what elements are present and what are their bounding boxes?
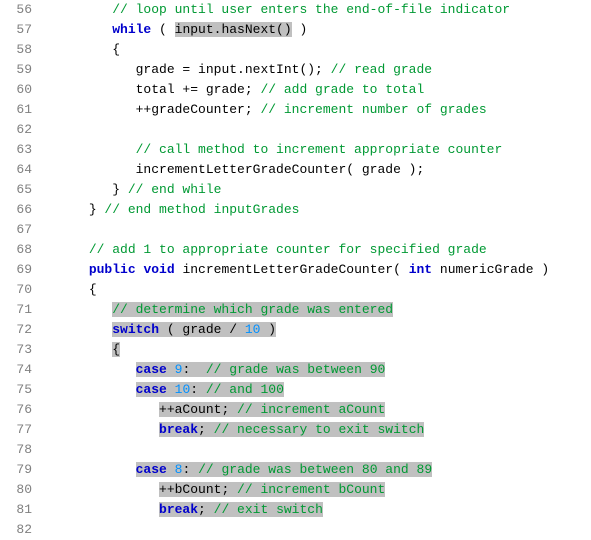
line-content: ++aCount; // increment aCount bbox=[42, 400, 591, 420]
code-line: 69 public void incrementLetterGradeCount… bbox=[0, 260, 591, 280]
line-content: grade = input.nextInt(); // read grade bbox=[42, 60, 591, 80]
line-content: case 9: // grade was between 90 bbox=[42, 360, 591, 380]
code-line: 73 { bbox=[0, 340, 591, 360]
line-content bbox=[42, 120, 591, 140]
code-line: 58 { bbox=[0, 40, 591, 60]
code-line: 66 } // end method inputGrades bbox=[0, 200, 591, 220]
code-line: 82 bbox=[0, 520, 591, 540]
line-number: 81 bbox=[0, 500, 42, 520]
code-line: 64 incrementLetterGradeCounter( grade ); bbox=[0, 160, 591, 180]
line-content: while ( input.hasNext() ) bbox=[42, 20, 591, 40]
line-number: 61 bbox=[0, 100, 42, 120]
code-line: 72 switch ( grade / 10 ) bbox=[0, 320, 591, 340]
code-line: 74 case 9: // grade was between 90 bbox=[0, 360, 591, 380]
code-line: 59 grade = input.nextInt(); // read grad… bbox=[0, 60, 591, 80]
code-line: 57 while ( input.hasNext() ) bbox=[0, 20, 591, 40]
line-number: 79 bbox=[0, 460, 42, 480]
line-content: case 8: // grade was between 80 and 89 bbox=[42, 460, 591, 480]
code-line: 70 { bbox=[0, 280, 591, 300]
line-number: 59 bbox=[0, 60, 42, 80]
line-content: ++bCount; // increment bCount bbox=[42, 480, 591, 500]
line-number: 71 bbox=[0, 300, 42, 320]
line-number: 72 bbox=[0, 320, 42, 340]
code-line: 76 ++aCount; // increment aCount bbox=[0, 400, 591, 420]
code-line: 63 // call method to increment appropria… bbox=[0, 140, 591, 160]
line-content: break; // exit switch bbox=[42, 500, 591, 520]
line-content: incrementLetterGradeCounter( grade ); bbox=[42, 160, 591, 180]
line-number: 76 bbox=[0, 400, 42, 420]
code-line: 80 ++bCount; // increment bCount bbox=[0, 480, 591, 500]
line-content: // call method to increment appropriate … bbox=[42, 140, 591, 160]
code-line: 56 // loop until user enters the end-of-… bbox=[0, 0, 591, 20]
line-content: } // end method inputGrades bbox=[42, 200, 591, 220]
line-content: public void incrementLetterGradeCounter(… bbox=[42, 260, 591, 280]
line-content: } // end while bbox=[42, 180, 591, 200]
code-line: 65 } // end while bbox=[0, 180, 591, 200]
line-number: 56 bbox=[0, 0, 42, 20]
line-content: // determine which grade was entered bbox=[42, 300, 591, 320]
code-line: 78 bbox=[0, 440, 591, 460]
line-number: 64 bbox=[0, 160, 42, 180]
code-listing: 56 // loop until user enters the end-of-… bbox=[0, 0, 591, 540]
line-number: 58 bbox=[0, 40, 42, 60]
code-line: 60 total += grade; // add grade to total bbox=[0, 80, 591, 100]
line-number: 63 bbox=[0, 140, 42, 160]
line-number: 70 bbox=[0, 280, 42, 300]
code-line: 68 // add 1 to appropriate counter for s… bbox=[0, 240, 591, 260]
line-number: 80 bbox=[0, 480, 42, 500]
code-line: 62 bbox=[0, 120, 591, 140]
line-number: 60 bbox=[0, 80, 42, 100]
line-number: 74 bbox=[0, 360, 42, 380]
line-number: 57 bbox=[0, 20, 42, 40]
code-line: 67 bbox=[0, 220, 591, 240]
line-content: { bbox=[42, 40, 591, 60]
line-content: ++gradeCounter; // increment number of g… bbox=[42, 100, 591, 120]
line-content: // loop until user enters the end-of-fil… bbox=[42, 0, 591, 20]
line-number: 78 bbox=[0, 440, 42, 460]
code-line: 61 ++gradeCounter; // increment number o… bbox=[0, 100, 591, 120]
line-content: { bbox=[42, 340, 591, 360]
line-number: 77 bbox=[0, 420, 42, 440]
line-number: 68 bbox=[0, 240, 42, 260]
line-content: total += grade; // add grade to total bbox=[42, 80, 591, 100]
line-content bbox=[42, 520, 591, 540]
line-number: 82 bbox=[0, 520, 42, 540]
line-content: // add 1 to appropriate counter for spec… bbox=[42, 240, 591, 260]
line-content: { bbox=[42, 280, 591, 300]
code-line: 79 case 8: // grade was between 80 and 8… bbox=[0, 460, 591, 480]
line-content bbox=[42, 440, 591, 460]
line-content: break; // necessary to exit switch bbox=[42, 420, 591, 440]
line-number: 65 bbox=[0, 180, 42, 200]
line-number: 69 bbox=[0, 260, 42, 280]
code-line: 77 break; // necessary to exit switch bbox=[0, 420, 591, 440]
line-number: 62 bbox=[0, 120, 42, 140]
code-line: 71 // determine which grade was entered bbox=[0, 300, 591, 320]
code-line: 81 break; // exit switch bbox=[0, 500, 591, 520]
line-number: 66 bbox=[0, 200, 42, 220]
line-content bbox=[42, 220, 591, 240]
line-number: 67 bbox=[0, 220, 42, 240]
line-number: 73 bbox=[0, 340, 42, 360]
line-content: switch ( grade / 10 ) bbox=[42, 320, 591, 340]
line-number: 75 bbox=[0, 380, 42, 400]
code-line: 75 case 10: // and 100 bbox=[0, 380, 591, 400]
line-content: case 10: // and 100 bbox=[42, 380, 591, 400]
